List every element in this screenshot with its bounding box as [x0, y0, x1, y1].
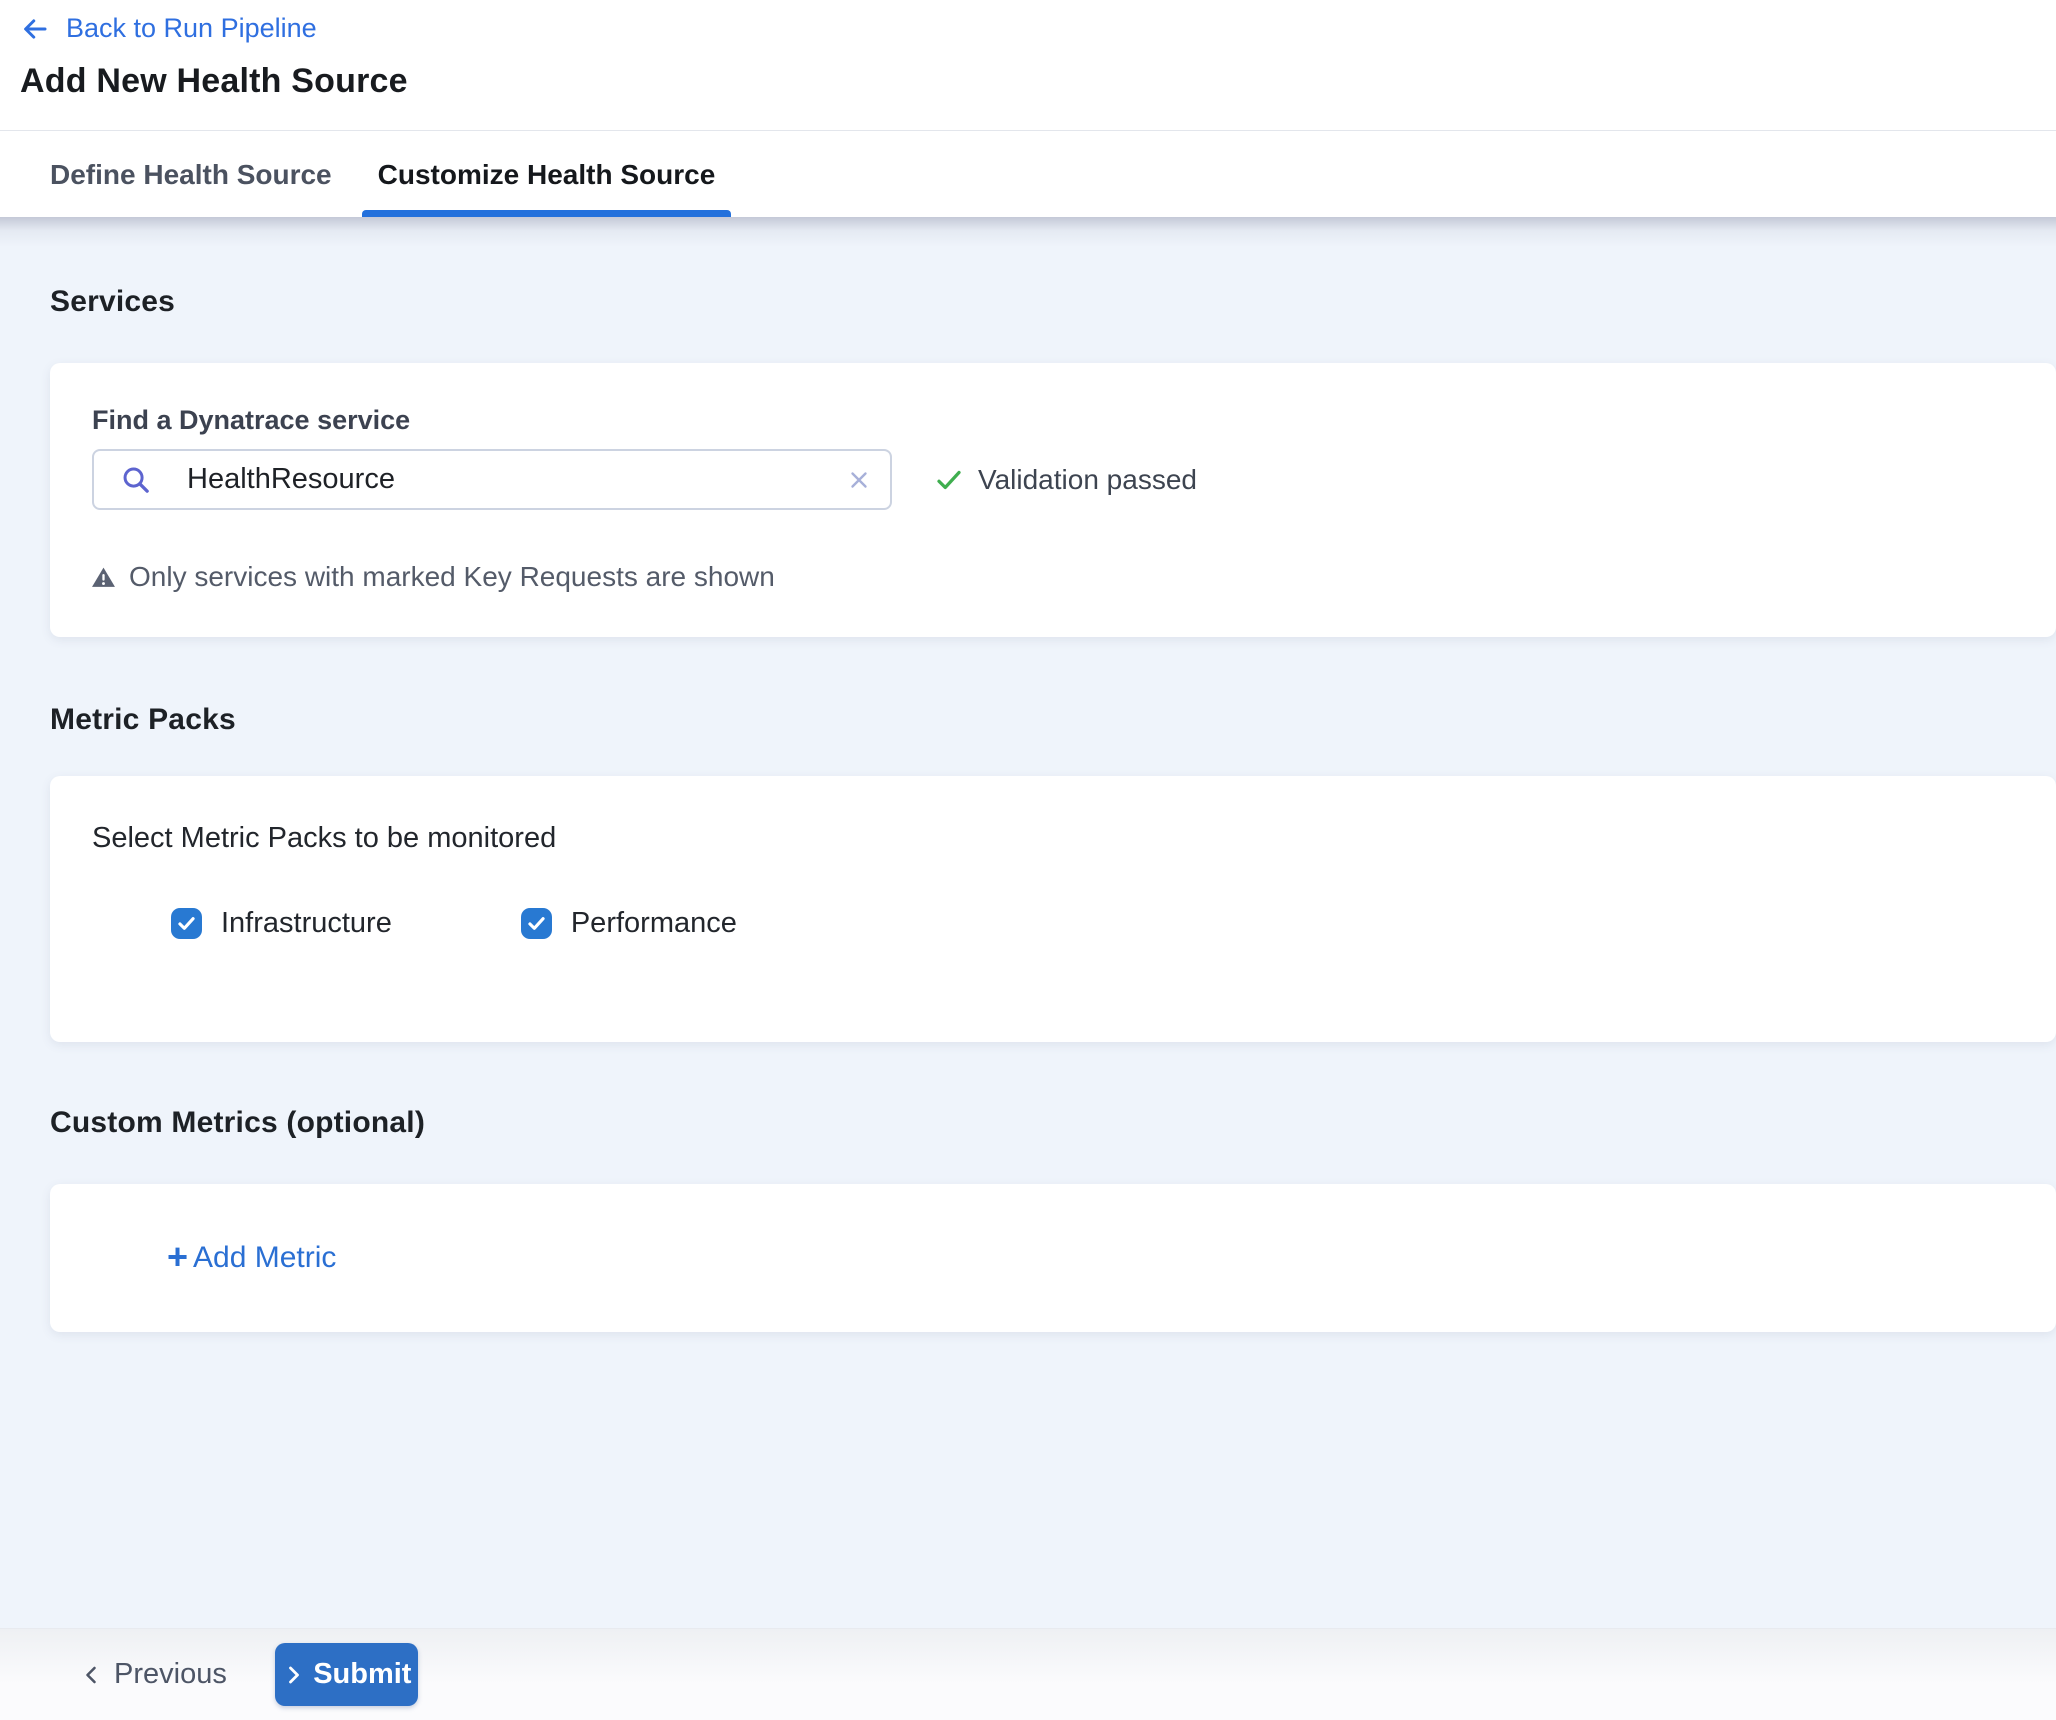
metric-pack-performance: Performance — [521, 907, 737, 940]
back-link[interactable]: Back to Run Pipeline — [20, 13, 317, 44]
chevron-left-icon — [80, 1663, 104, 1687]
warning-icon — [91, 565, 116, 590]
previous-label: Previous — [114, 1658, 227, 1691]
check-icon — [934, 465, 964, 495]
wizard-footer: Previous Submit — [0, 1628, 2056, 1720]
checkmark-icon — [176, 913, 197, 934]
tab-label: Define Health Source — [50, 159, 332, 191]
custom-metrics-heading: Custom Metrics (optional) — [50, 1106, 425, 1140]
services-warning: Only services with marked Key Requests a… — [91, 561, 775, 593]
search-input[interactable] — [151, 463, 846, 496]
add-health-source-page: Back to Run Pipeline Add New Health Sour… — [0, 0, 2056, 1720]
add-metric-label: Add Metric — [193, 1241, 336, 1275]
submit-label: Submit — [313, 1658, 411, 1691]
submit-button[interactable]: Submit — [275, 1643, 418, 1706]
page-header: Back to Run Pipeline Add New Health Sour… — [0, 0, 2056, 131]
service-search-row: Validation passed — [92, 449, 1197, 510]
checkbox-label: Performance — [571, 907, 737, 940]
warning-text: Only services with marked Key Requests a… — [129, 561, 775, 593]
tab-customize-health-source[interactable]: Customize Health Source — [362, 132, 732, 217]
metric-pack-infrastructure: Infrastructure — [171, 907, 392, 940]
chevron-right-icon — [281, 1663, 305, 1687]
clear-button[interactable] — [846, 467, 872, 493]
checkbox-performance[interactable] — [521, 908, 552, 939]
back-arrow-icon — [20, 14, 50, 44]
metric-packs-card: Select Metric Packs to be monitored Infr… — [50, 776, 2056, 1042]
back-link-label: Back to Run Pipeline — [66, 13, 317, 44]
wizard-tabbar: Define Health Source Customize Health So… — [0, 132, 2056, 217]
tab-define-health-source[interactable]: Define Health Source — [34, 132, 348, 217]
validation-text: Validation passed — [978, 464, 1197, 496]
select-metric-packs-label: Select Metric Packs to be monitored — [92, 822, 556, 855]
plus-icon: + — [167, 1239, 188, 1275]
add-metric-button[interactable]: + Add Metric — [167, 1240, 336, 1276]
checkbox-label: Infrastructure — [221, 907, 392, 940]
service-search-field — [92, 449, 892, 510]
metric-packs-options: Infrastructure Performance — [171, 907, 737, 940]
checkmark-icon — [526, 913, 547, 934]
checkbox-infrastructure[interactable] — [171, 908, 202, 939]
custom-metrics-card: + Add Metric — [50, 1184, 2056, 1332]
clear-x-icon — [846, 467, 872, 493]
validation-status: Validation passed — [934, 464, 1197, 496]
page-title: Add New Health Source — [20, 62, 408, 101]
find-service-label: Find a Dynatrace service — [92, 405, 410, 436]
tab-label: Customize Health Source — [378, 159, 716, 191]
tab-content: Services Find a Dynatrace service — [0, 217, 2056, 1628]
metric-packs-heading: Metric Packs — [50, 703, 236, 737]
search-icon — [120, 464, 151, 495]
previous-button[interactable]: Previous — [80, 1658, 227, 1691]
services-card: Find a Dynatrace service — [50, 363, 2056, 637]
services-heading: Services — [50, 285, 175, 319]
